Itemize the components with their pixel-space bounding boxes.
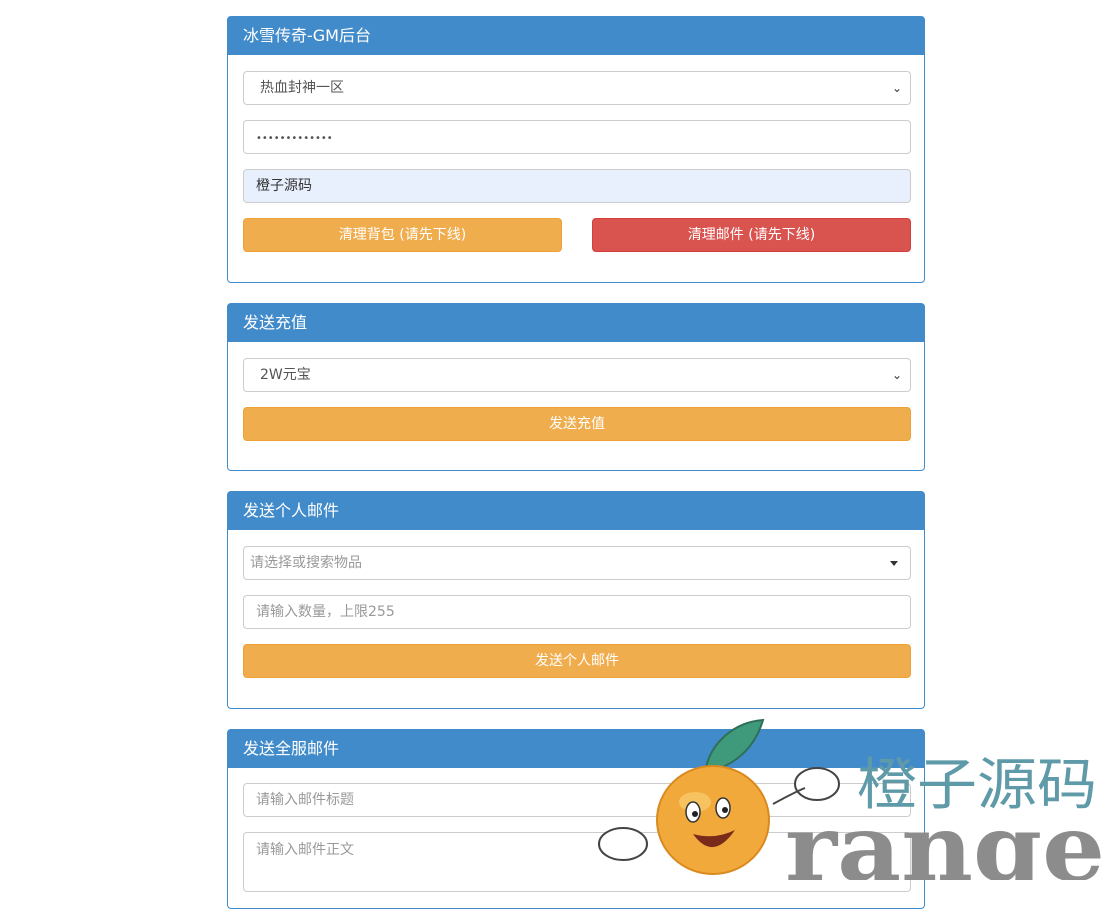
clear-bag-button[interactable]: 清理背包 (请先下线) (243, 218, 562, 252)
personal-mail-panel: 发送个人邮件 请选择或搜索物品 请输入数量，上限255 发送个人邮件 (227, 491, 925, 709)
chevron-down-icon: ⌄ (891, 368, 902, 382)
recharge-panel: 发送充值 2W元宝 ⌄ 发送充值 (227, 303, 925, 471)
username-field[interactable]: 橙子源码 (243, 169, 911, 203)
recharge-select[interactable]: 2W元宝 ⌄ (243, 358, 911, 392)
recharge-select-value: 2W元宝 (260, 367, 311, 383)
caret-down-icon (890, 561, 898, 566)
chevron-down-icon: ⌄ (891, 81, 902, 95)
send-recharge-button[interactable]: 发送充值 (243, 407, 911, 441)
panel-title: 发送个人邮件 (228, 492, 924, 530)
panel-title: 发送充值 (228, 304, 924, 342)
mail-title-input[interactable]: 请输入邮件标题 (243, 783, 911, 817)
mail-body-placeholder: 请输入邮件正文 (256, 842, 354, 858)
send-personal-mail-button[interactable]: 发送个人邮件 (243, 644, 911, 678)
quantity-input[interactable]: 请输入数量，上限255 (243, 595, 911, 629)
clear-mail-button[interactable]: 清理邮件 (请先下线) (592, 218, 911, 252)
panel-title: 发送全服邮件 (228, 730, 924, 768)
password-value: ••••••••••••• (256, 133, 333, 144)
server-select[interactable]: 热血封神一区 ⌄ (243, 71, 911, 105)
quantity-placeholder: 请输入数量，上限255 (256, 604, 395, 620)
mail-title-placeholder: 请输入邮件标题 (256, 792, 354, 808)
mail-body-textarea[interactable]: 请输入邮件正文 (243, 832, 911, 892)
username-value: 橙子源码 (256, 178, 312, 194)
server-mail-panel: 发送全服邮件 请输入邮件标题 请输入邮件正文 (227, 729, 925, 909)
item-select-placeholder: 请选择或搜索物品 (250, 555, 362, 571)
gm-panel: 冰雪传奇-GM后台 热血封神一区 ⌄ ••••••••••••• 橙子源码 清理… (227, 16, 925, 283)
server-select-value: 热血封神一区 (260, 80, 344, 96)
password-field[interactable]: ••••••••••••• (243, 120, 911, 154)
item-search-select[interactable]: 请选择或搜索物品 (243, 546, 911, 580)
panel-title: 冰雪传奇-GM后台 (228, 17, 924, 55)
